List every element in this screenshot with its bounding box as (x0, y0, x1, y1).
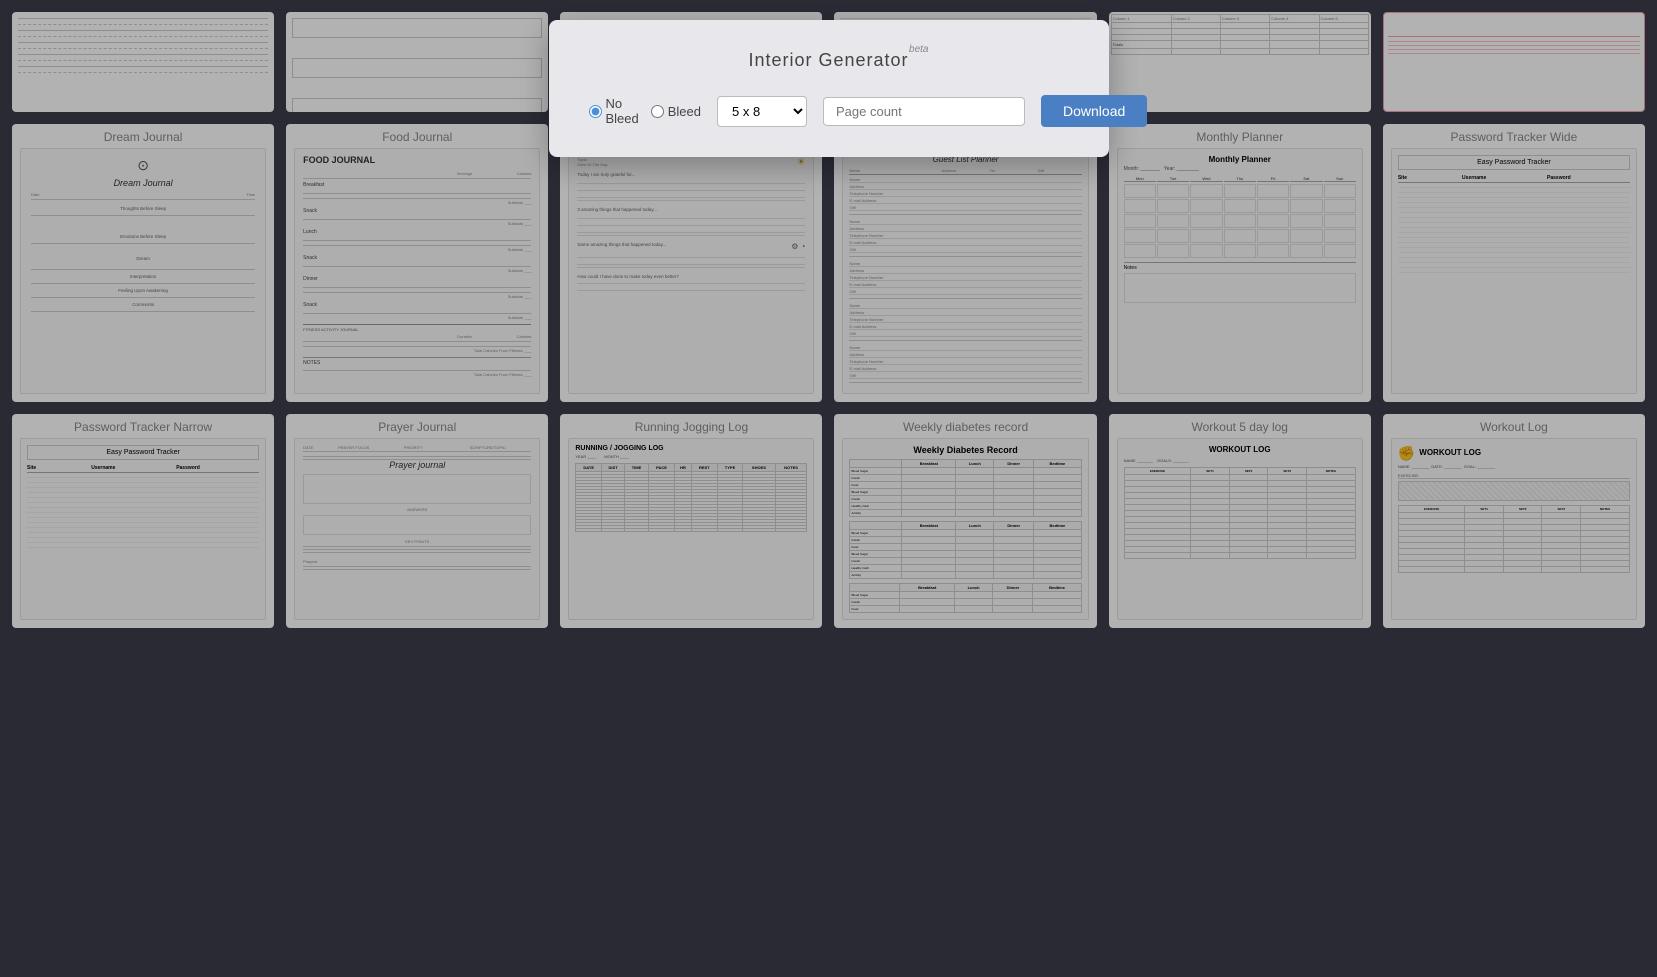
modal-title: Interior Generator (748, 50, 908, 70)
bleed-radio-group: No Bleed Bleed (589, 96, 702, 126)
interior-generator-modal: Interior Generator beta No Bleed Bleed 5… (549, 20, 1109, 157)
no-bleed-label: No Bleed (606, 96, 639, 126)
bleed-label: Bleed (668, 104, 701, 119)
modal-controls: No Bleed Bleed 5 x 8 6 x 9 8.5 x 11 Down… (589, 95, 1069, 127)
no-bleed-radio[interactable] (589, 105, 602, 118)
modal-beta-label: beta (909, 44, 928, 55)
modal-overlay: Interior Generator beta No Bleed Bleed 5… (0, 0, 1657, 977)
no-bleed-radio-label[interactable]: No Bleed (589, 96, 639, 126)
bleed-radio-label[interactable]: Bleed (651, 104, 701, 119)
modal-title-row: Interior Generator beta (589, 50, 1069, 71)
page-count-input[interactable] (823, 97, 1025, 126)
download-button[interactable]: Download (1041, 95, 1147, 127)
bleed-radio[interactable] (651, 105, 664, 118)
size-select[interactable]: 5 x 8 6 x 9 8.5 x 11 (717, 96, 807, 127)
